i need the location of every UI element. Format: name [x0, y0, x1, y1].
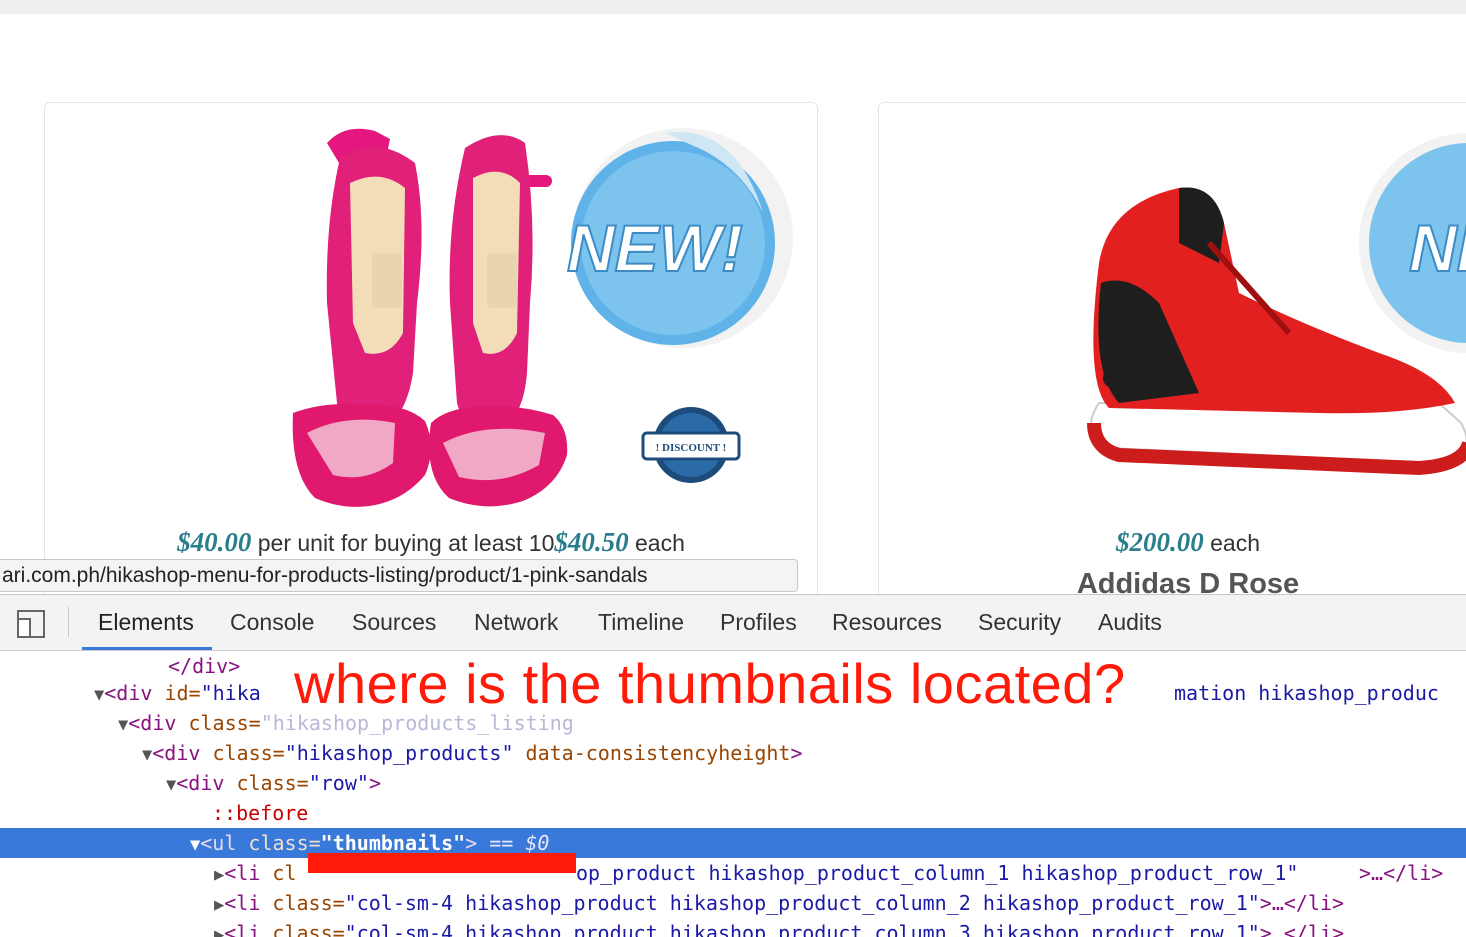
- dom-node-line[interactable]: ::before: [0, 798, 1466, 828]
- expand-triangle-icon[interactable]: ▼: [94, 685, 104, 705]
- device-mode-icon[interactable]: [16, 609, 46, 639]
- product-card-pink-sandals[interactable]: NEW! ! DISCOUNT ! $40.00 per unit for bu…: [44, 102, 818, 622]
- expand-triangle-icon[interactable]: ▼: [142, 745, 152, 765]
- collapse-triangle-icon[interactable]: ▶: [214, 895, 224, 915]
- attr-name: class=: [200, 741, 285, 765]
- tag-name: <li: [224, 861, 261, 885]
- tab-audits[interactable]: Audits: [1098, 595, 1162, 650]
- dom-node-line[interactable]: ▼<div class="hikashop_products" data-con…: [0, 738, 1466, 768]
- attr-name: class=: [236, 831, 321, 855]
- price-tier-value: $40.00: [177, 527, 252, 557]
- expand-triangle-icon[interactable]: ▼: [166, 775, 176, 795]
- attr-value: "col-sm-4 hikashop_product hikashop_prod…: [344, 891, 1260, 915]
- tag-name: <li: [224, 891, 261, 915]
- svg-text:! DISCOUNT !: ! DISCOUNT !: [656, 442, 727, 454]
- dom-node-line[interactable]: ▼<div class="row">: [0, 768, 1466, 798]
- annotation-question: where is the thumbnails located?: [294, 652, 1126, 715]
- tag-close: >…</li>: [1359, 861, 1444, 885]
- discount-badge-icon: ! DISCOUNT !: [641, 407, 741, 483]
- tab-timeline[interactable]: Timeline: [598, 595, 684, 650]
- tag-name: <div: [104, 681, 153, 705]
- browser-top-strip: [0, 0, 1466, 14]
- toolbar-divider: [68, 607, 69, 637]
- redaction-bar: [308, 853, 576, 873]
- dom-node-line[interactable]: ▶<li class="col-sm-4 hikashop_product hi…: [0, 918, 1466, 937]
- dom-node-line-selected[interactable]: ▼<ul class="thumbnails"> == $0: [0, 828, 1466, 858]
- tag-name: <div: [176, 771, 225, 795]
- tag-close: >…</li>: [1259, 891, 1345, 915]
- attr-value: "thumbnails": [320, 831, 466, 855]
- price-unit-text: each: [628, 530, 685, 556]
- tag-name: <ul: [200, 831, 237, 855]
- tab-console[interactable]: Console: [230, 595, 314, 650]
- tag-close: >…</li>: [1259, 921, 1345, 937]
- tag-name: <li: [224, 921, 261, 937]
- dom-node-line[interactable]: ▶<li cl op_product hikashop_product_colum…: [0, 858, 1466, 888]
- product-image-pink-sandals[interactable]: NEW! ! DISCOUNT !: [45, 103, 818, 523]
- tag-name: <div: [152, 741, 201, 765]
- tab-network[interactable]: Network: [474, 595, 558, 650]
- attr-name: class=: [260, 891, 345, 915]
- tag-close: >: [790, 741, 803, 765]
- devtools-panel: Elements Console Sources Network Timelin…: [0, 594, 1466, 937]
- new-badge-icon: NEW!: [566, 128, 793, 348]
- attr-value-tail: mation hikashop_produc: [1174, 681, 1439, 705]
- tab-resources[interactable]: Resources: [832, 595, 942, 650]
- attr-value: "row": [308, 771, 369, 795]
- product-price-line: $40.00 per unit for buying at least 10$4…: [45, 527, 817, 558]
- tab-security[interactable]: Security: [978, 595, 1061, 650]
- price-tier-text: per unit for buying at least 10: [251, 530, 555, 556]
- console-ref-label: == $0: [477, 831, 550, 855]
- tab-sources[interactable]: Sources: [352, 595, 436, 650]
- attr-value: "hika: [200, 681, 261, 705]
- expand-triangle-icon[interactable]: ▼: [190, 835, 200, 855]
- attr-value: op_product hikashop_product_column_1 hik…: [576, 861, 1299, 885]
- price-text: each: [1203, 530, 1260, 556]
- tag-close: >: [465, 831, 478, 855]
- devtools-tab-bar: Elements Console Sources Network Timelin…: [0, 595, 1466, 651]
- dom-node-line[interactable]: ▶<li class="col-sm-4 hikashop_product hi…: [0, 888, 1466, 918]
- tag-name: <div: [128, 711, 177, 735]
- attr-value: "col-sm-4 hikashop_product hikashop_prod…: [344, 921, 1260, 937]
- attr-name: class=: [260, 921, 345, 937]
- attr-value: "hikashop_products": [284, 741, 514, 765]
- closing-tag: </div>: [168, 654, 241, 678]
- product-card-addidas-d-rose[interactable]: NE $200.00 each Addidas D Rose: [878, 102, 1466, 622]
- status-bar-url: ari.com.ph/hikashop-menu-for-products-li…: [0, 559, 798, 592]
- attr-name: id=: [152, 681, 201, 705]
- svg-text:NEW!: NEW!: [567, 211, 743, 285]
- price-unit-value: $40.50: [554, 527, 629, 557]
- sandal-right-icon: [429, 135, 568, 507]
- price-value: $200.00: [1115, 527, 1204, 557]
- product-image-red-sneaker[interactable]: NE: [879, 103, 1466, 523]
- tab-elements[interactable]: Elements: [82, 595, 212, 650]
- collapse-triangle-icon[interactable]: ▶: [214, 925, 224, 937]
- new-badge-icon: NE: [1359, 133, 1466, 353]
- svg-text:NE: NE: [1409, 211, 1466, 285]
- attr-name: class=: [176, 711, 261, 735]
- pseudo-element: ::before: [212, 801, 309, 825]
- tag-close: >: [368, 771, 381, 795]
- tab-profiles[interactable]: Profiles: [720, 595, 797, 650]
- collapse-triangle-icon[interactable]: ▶: [214, 865, 224, 885]
- attr-name: cl: [260, 861, 297, 885]
- attr-name: class=: [224, 771, 309, 795]
- sandal-left-icon: [292, 128, 431, 507]
- attr-name: data-consistencyheight: [513, 741, 791, 765]
- expand-triangle-icon[interactable]: ▼: [118, 715, 128, 735]
- product-price-line: $200.00 each: [879, 527, 1466, 558]
